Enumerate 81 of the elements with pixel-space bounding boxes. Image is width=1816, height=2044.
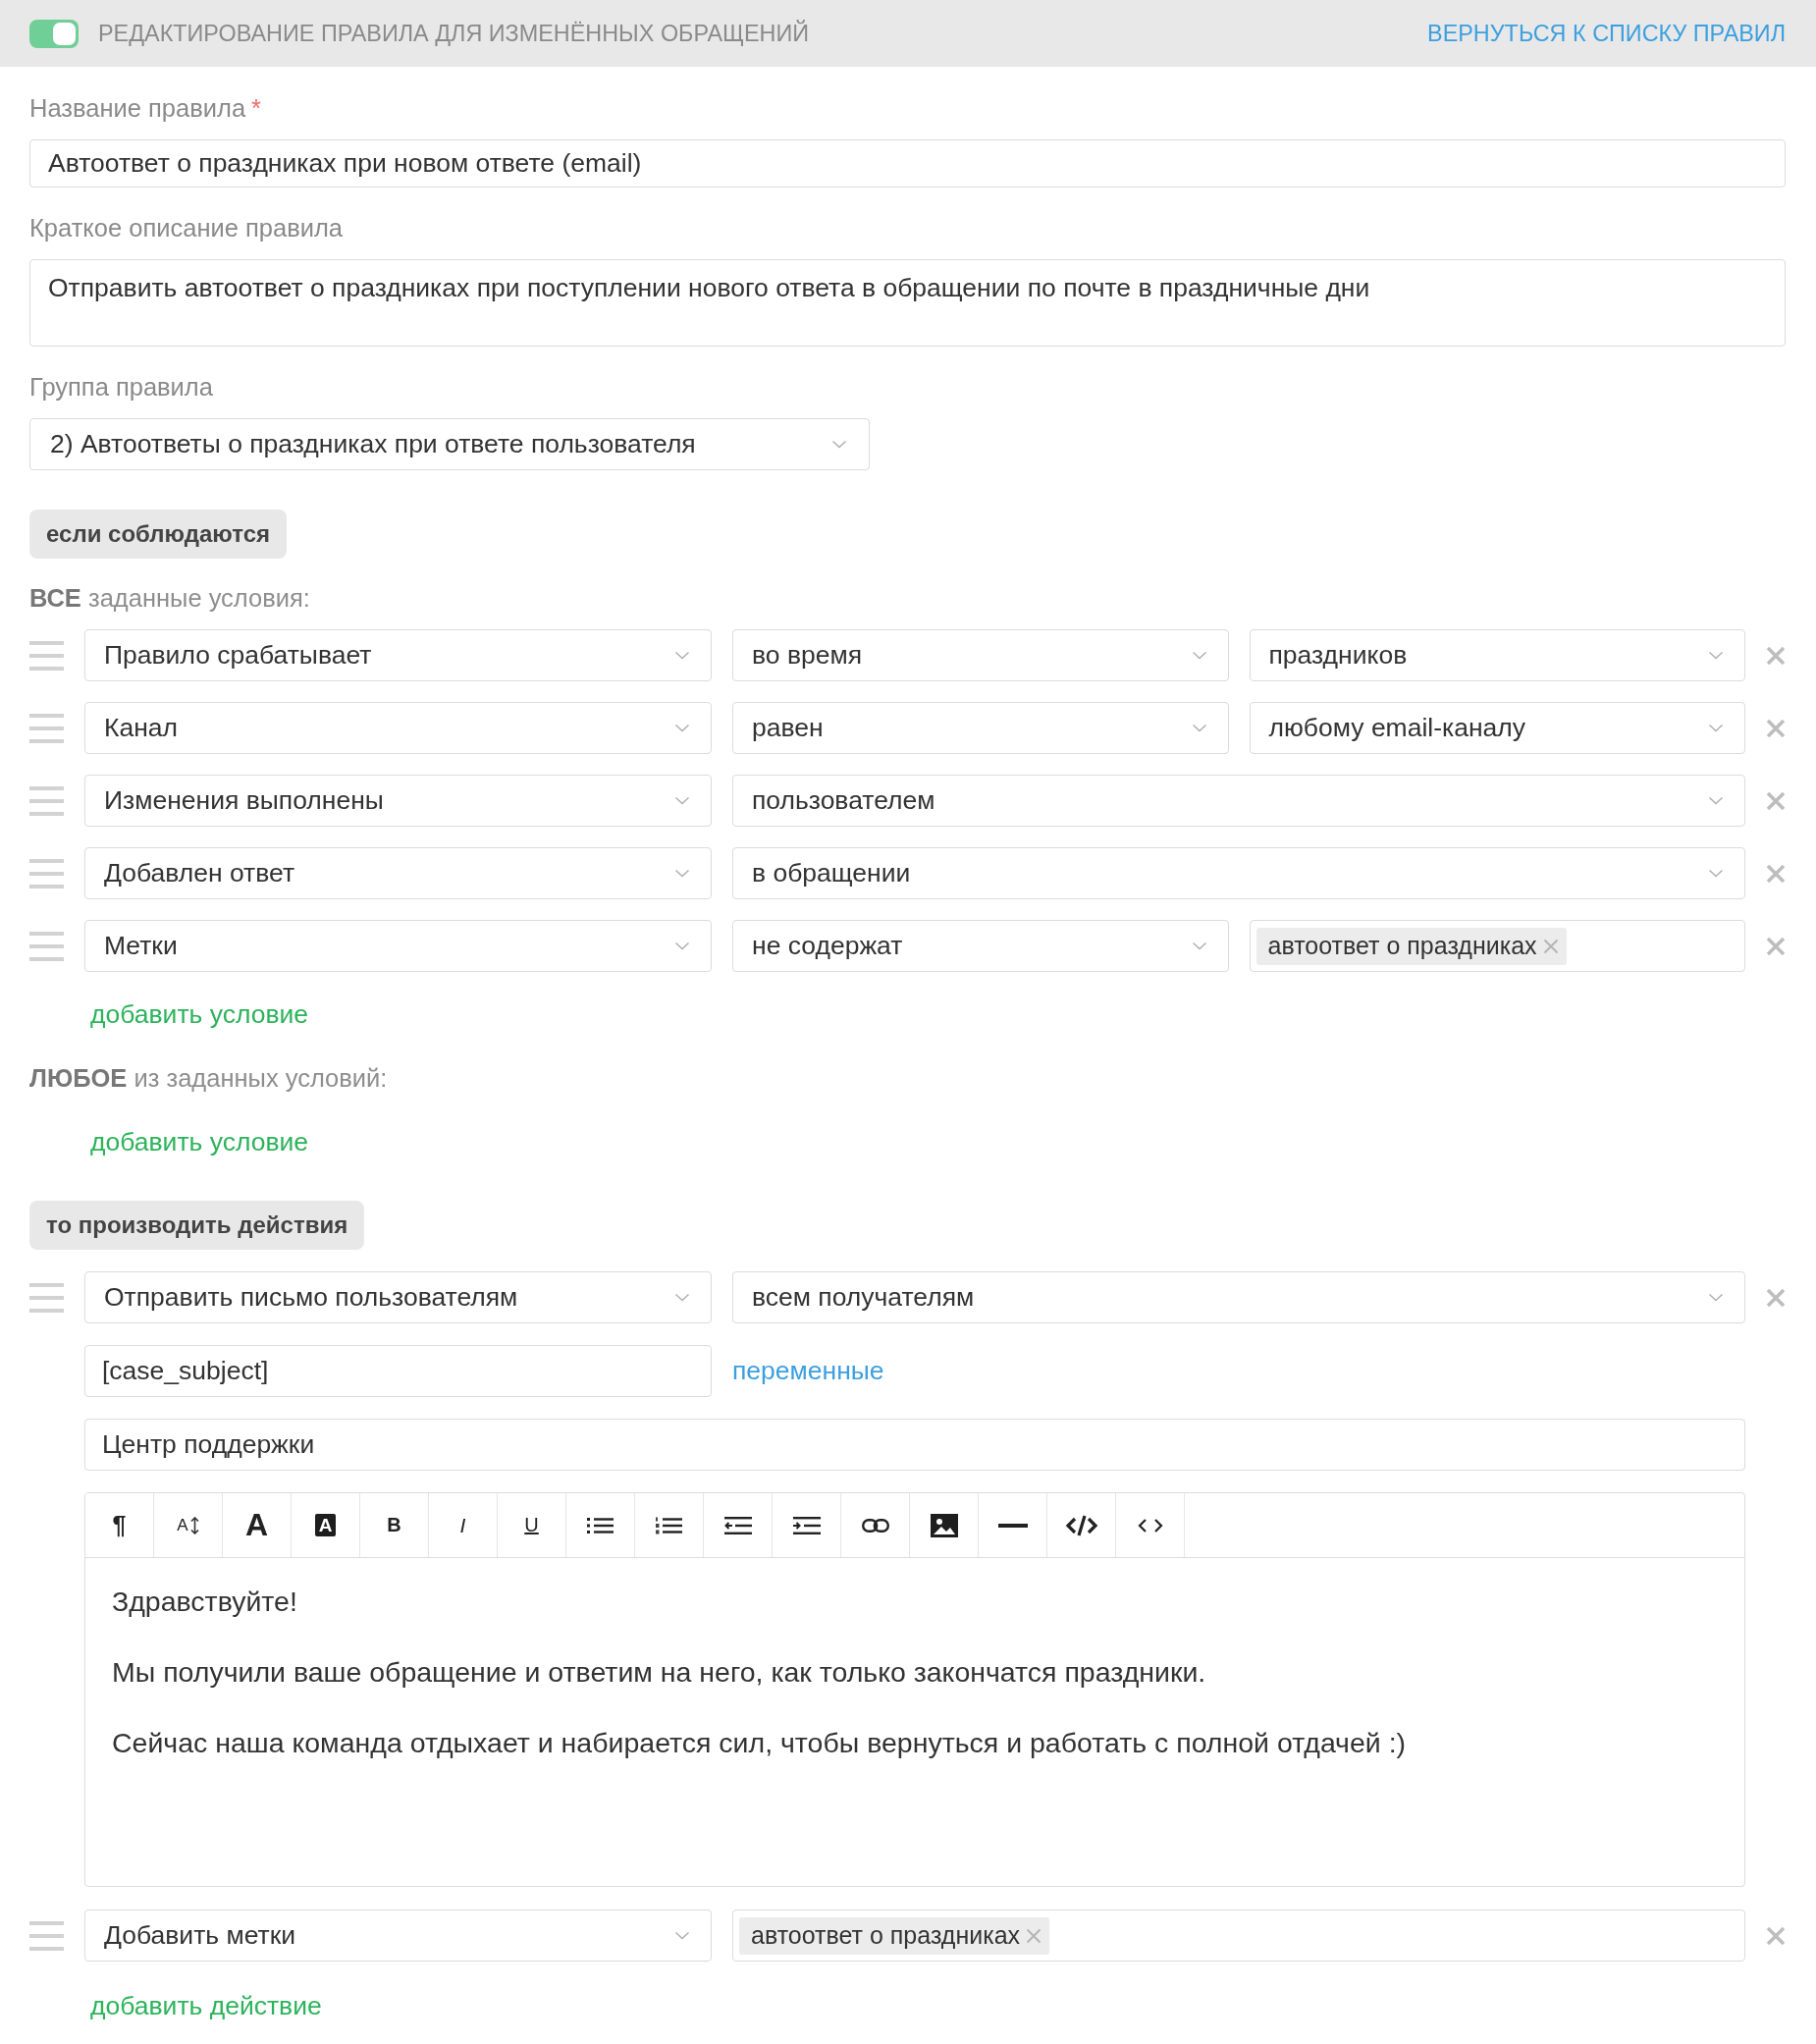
- chevron-down-icon: [674, 941, 690, 950]
- dropdown[interactable]: праздников: [1249, 629, 1745, 681]
- chevron-down-icon: [674, 869, 690, 878]
- chevron-down-icon: [674, 796, 690, 805]
- bulleted-list-icon: [587, 1516, 614, 1534]
- dropdown[interactable]: Канал: [84, 702, 712, 754]
- chevron-down-icon: [1191, 941, 1207, 950]
- outdent-icon: [723, 1516, 752, 1534]
- numbered-list-icon: [656, 1516, 682, 1534]
- tag-label: автоответ о праздниках: [1267, 932, 1537, 960]
- image-icon: [930, 1513, 958, 1537]
- drag-handle-icon[interactable]: [29, 1920, 64, 1951]
- remove-icon[interactable]: [1766, 936, 1786, 956]
- dropdown[interactable]: Изменения выполнены: [84, 775, 712, 827]
- remove-icon[interactable]: [1766, 863, 1786, 884]
- editor-body[interactable]: Здравствуйте! Мы получили ваше обращение и ответим на него, как только закончатся праздники. Сейчас наша команда отдыхает и набирается сил, чтобы вернуться и работать с полной отдачей :): [85, 1558, 1744, 1886]
- drag-handle-icon[interactable]: [29, 713, 64, 743]
- text-field[interactable]: [case_subject]: [84, 1345, 712, 1397]
- chevron-down-icon: [674, 724, 690, 732]
- link-icon: [861, 1518, 889, 1533]
- tags-field[interactable]: автоответ о праздниках: [1249, 920, 1745, 972]
- editor-paragraph: Сейчас наша команда отдыхает и набирается сил, чтобы вернуться и работать с полной отдачей :): [112, 1726, 1408, 1759]
- angle-brackets-icon: [1137, 1517, 1163, 1533]
- dropdown[interactable]: Правило срабатывает: [84, 629, 712, 681]
- tags-field[interactable]: автоответ о праздниках: [732, 1910, 1745, 1962]
- editor-paragraph: Здравствуйте!: [112, 1585, 298, 1618]
- conditions-heading: ВСЕ заданные условия:: [29, 584, 311, 612]
- up-down-arrow-icon: [189, 1516, 199, 1534]
- toggle-switch[interactable]: [29, 19, 79, 48]
- field-label: Краткое описание правила: [29, 214, 343, 242]
- chevron-down-icon: [674, 651, 690, 660]
- indent-icon: [792, 1516, 821, 1534]
- remove-icon[interactable]: [1766, 1925, 1786, 1946]
- drag-handle-icon[interactable]: [29, 858, 64, 888]
- chevron-down-icon: [1708, 724, 1724, 732]
- section-heading: то производить действия: [29, 1201, 365, 1250]
- chevron-down-icon: [1191, 724, 1207, 732]
- required-mark: *: [251, 94, 261, 122]
- drag-handle-icon[interactable]: [29, 785, 64, 816]
- section-heading: если соблюдаются: [29, 510, 287, 559]
- remove-tag-icon[interactable]: [1026, 1927, 1042, 1944]
- drag-handle-icon[interactable]: [29, 931, 64, 961]
- chevron-down-icon: [831, 440, 847, 449]
- paragraph-button[interactable]: ¶: [85, 1493, 154, 1557]
- text-area[interactable]: Отправить автоответ о праздниках при поступлении нового ответа в обращении по почте в праздничные дни: [29, 259, 1786, 347]
- remove-icon[interactable]: [1766, 790, 1786, 811]
- conditions-heading: ЛЮБОЕ из заданных условий:: [29, 1064, 389, 1092]
- chevron-down-icon: [1708, 1293, 1724, 1302]
- dropdown[interactable]: Добавить метки: [84, 1910, 712, 1962]
- tag-label: автоответ о праздниках: [751, 1921, 1021, 1950]
- chevron-down-icon: [674, 1293, 690, 1302]
- text-field[interactable]: Автоответ о праздниках при новом ответе (email): [29, 139, 1786, 188]
- dropdown[interactable]: в обращении: [732, 847, 1745, 899]
- dropdown[interactable]: 2) Автоответы о праздниках при ответе пользователя: [29, 418, 870, 470]
- dropdown[interactable]: любому email-каналу: [1249, 702, 1745, 754]
- drag-handle-icon[interactable]: [29, 640, 64, 671]
- drag-handle-icon[interactable]: [29, 1282, 64, 1313]
- text-field[interactable]: Центр поддержки: [84, 1419, 1745, 1471]
- page-title: РЕДАКТИРОВАНИЕ ПРАВИЛА ДЛЯ ИЗМЕНЁННЫХ ОБРАЩЕНИЙ: [98, 20, 811, 47]
- chevron-down-icon: [674, 1931, 690, 1940]
- dropdown[interactable]: пользователем: [732, 775, 1745, 827]
- dropdown[interactable]: Отправить письмо пользователям: [84, 1271, 712, 1323]
- code-icon: [1064, 1513, 1098, 1537]
- editor-paragraph: Мы получили ваше обращение и ответим на него, как только закончатся праздники.: [112, 1655, 1207, 1689]
- chevron-down-icon: [1708, 869, 1724, 878]
- dropdown[interactable]: равен: [732, 702, 1229, 754]
- dropdown[interactable]: во время: [732, 629, 1229, 681]
- dropdown[interactable]: Метки: [84, 920, 712, 972]
- dropdown[interactable]: не содержат: [732, 920, 1229, 972]
- remove-icon[interactable]: [1766, 1287, 1786, 1308]
- remove-icon[interactable]: [1766, 645, 1786, 666]
- chevron-down-icon: [1191, 651, 1207, 660]
- dropdown[interactable]: Добавлен ответ: [84, 847, 712, 899]
- remove-tag-icon[interactable]: [1542, 938, 1559, 954]
- chevron-down-icon: [1708, 796, 1724, 805]
- field-label: Название правила: [29, 94, 246, 122]
- chevron-down-icon: [1708, 651, 1724, 660]
- dropdown[interactable]: всем получателям: [732, 1271, 1745, 1323]
- field-label: Группа правила: [29, 373, 213, 401]
- remove-icon[interactable]: [1766, 718, 1786, 738]
- text-editor[interactable]: ¶ A A A B I U Здравствуйте! Мы получили ваше обращение и ответим на него, как только закончатся праздники. Сейчас наша команда отдыхает и набирается сил, чтобы вернуться и работать с полной отдачей :): [84, 1492, 1745, 1887]
